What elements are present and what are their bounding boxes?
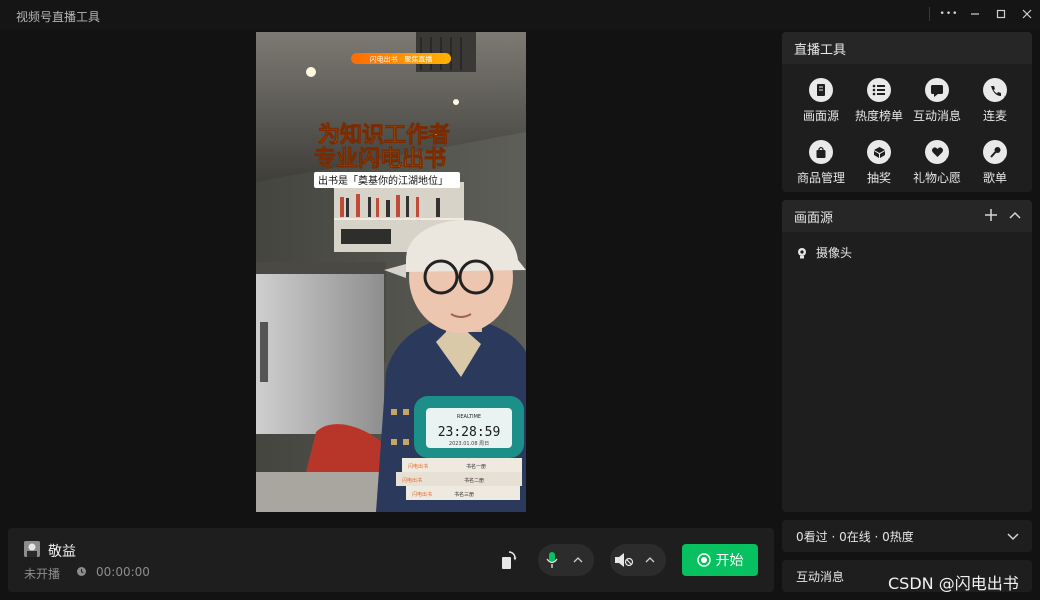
book-title: 书名一册 bbox=[466, 463, 486, 470]
control-bar: 敬益 未开播 00:00:00 开始 bbox=[8, 528, 774, 592]
microphone-icon bbox=[546, 552, 558, 568]
tagline: 出书是「奠基你的江湖地位」 bbox=[318, 174, 448, 187]
book-label: 闪电出书 bbox=[402, 477, 422, 484]
source-item-camera[interactable]: 摄像头 bbox=[782, 232, 1032, 273]
tool-screen-source[interactable]: 画面源 bbox=[792, 76, 850, 132]
app-title: 视频号直播工具 bbox=[16, 10, 101, 24]
camera-icon bbox=[798, 247, 806, 258]
book-label: 闪电出书 bbox=[412, 491, 432, 498]
camera-preview[interactable]: REALTIME 23:28:59 2023.01.08 周日 闪电出书 闪电出… bbox=[256, 32, 526, 512]
interaction-messages-title: 互动消息 bbox=[796, 569, 845, 584]
speaker-muted-icon bbox=[615, 553, 634, 567]
tool-hot-ranking[interactable]: 热度榜单 bbox=[850, 76, 908, 132]
start-live-button[interactable]: 开始 bbox=[682, 544, 758, 576]
ribbon-text: 闪电出书 · 聚焦直播 bbox=[370, 55, 433, 64]
tool-product-management[interactable]: 商品管理 bbox=[792, 138, 850, 194]
rotate-icon bbox=[502, 551, 517, 569]
live-tools-panel: 直播工具 画面源 热度榜单 互动消息 连麦 商品管理 抽奖 礼物心愿 歌单 bbox=[782, 32, 1032, 192]
more-button[interactable]: ••• bbox=[936, 1, 962, 27]
screen-source-panel: 画面源 摄像头 bbox=[782, 200, 1032, 512]
preview-area: REALTIME 23:28:59 2023.01.08 周日 闪电出书 闪电出… bbox=[8, 30, 774, 520]
source-item-label: 摄像头 bbox=[816, 246, 853, 260]
start-label: 开始 bbox=[715, 553, 744, 569]
heart-icon bbox=[925, 140, 951, 165]
window-controls: ••• bbox=[929, 0, 1040, 28]
phone-icon bbox=[983, 78, 1009, 103]
maximize-button[interactable] bbox=[988, 1, 1014, 27]
stats-row: 0看过 · 0在线 · 0热度 bbox=[782, 520, 1032, 552]
screen-source-icon bbox=[809, 78, 833, 102]
headline-line-1: 为知识工作者 bbox=[318, 122, 450, 148]
collapse-source-button[interactable] bbox=[1008, 208, 1022, 226]
arrow-icon bbox=[828, 158, 835, 165]
headline-line-2: 专业闪电出书 bbox=[314, 146, 446, 172]
arrow-icon bbox=[944, 158, 951, 165]
user-name: 敬益 bbox=[48, 544, 76, 560]
microphone-icon bbox=[983, 140, 1009, 165]
arrow-icon bbox=[1002, 96, 1009, 103]
book-title: 书名二册 bbox=[464, 477, 484, 484]
tool-co-host[interactable]: 连麦 bbox=[966, 76, 1024, 132]
close-icon bbox=[1022, 9, 1032, 19]
clock-time: 23:28:59 bbox=[438, 425, 501, 440]
chevron-up-icon bbox=[645, 557, 655, 563]
tool-song-list[interactable]: 歌单 bbox=[966, 138, 1024, 194]
clock-icon bbox=[77, 567, 86, 576]
user-avatar-icon bbox=[24, 541, 40, 557]
arrow-icon bbox=[886, 158, 893, 165]
live-tools-title: 直播工具 bbox=[794, 42, 847, 58]
minimize-icon bbox=[971, 13, 979, 15]
tool-label: 连麦 bbox=[982, 109, 1007, 123]
gift-box-icon bbox=[867, 140, 893, 165]
chevron-up-icon bbox=[1009, 211, 1021, 219]
speaker-options-button[interactable] bbox=[638, 556, 662, 564]
tool-label: 画面源 bbox=[802, 109, 839, 123]
tool-label: 抽奖 bbox=[866, 171, 891, 185]
screen-source-header: 画面源 bbox=[782, 200, 1032, 232]
tool-interaction-messages[interactable]: 互动消息 bbox=[908, 76, 966, 132]
microphone-control[interactable] bbox=[538, 544, 594, 576]
tool-lottery[interactable]: 抽奖 bbox=[850, 138, 908, 194]
avatar bbox=[24, 541, 40, 557]
clock-date: 2023.01.08 周日 bbox=[449, 441, 489, 447]
tool-label: 礼物心愿 bbox=[912, 171, 961, 185]
microphone-options-button[interactable] bbox=[566, 556, 590, 564]
add-source-button[interactable] bbox=[984, 208, 998, 226]
book-label: 闪电出书 bbox=[408, 463, 428, 470]
screen-source-title: 画面源 bbox=[794, 210, 834, 226]
plus-icon bbox=[985, 209, 997, 221]
divider bbox=[929, 7, 930, 21]
live-status: 未开播 bbox=[24, 567, 61, 581]
shopping-bag-icon bbox=[809, 140, 835, 165]
maximize-icon bbox=[996, 9, 1006, 19]
rotate-screen-button[interactable] bbox=[498, 548, 520, 572]
list-icon bbox=[867, 78, 891, 102]
more-icon: ••• bbox=[939, 9, 959, 19]
live-tools-header: 直播工具 bbox=[782, 32, 1032, 64]
close-button[interactable] bbox=[1014, 1, 1040, 27]
tool-label: 互动消息 bbox=[912, 109, 961, 123]
audience-stats: 0看过 · 0在线 · 0热度 bbox=[796, 529, 914, 544]
record-icon bbox=[696, 553, 711, 567]
tool-grid: 画面源 热度榜单 互动消息 连麦 商品管理 抽奖 礼物心愿 歌单 bbox=[782, 64, 1032, 194]
arrow-icon bbox=[1002, 158, 1009, 165]
stats-panel[interactable]: 0看过 · 0在线 · 0热度 bbox=[782, 520, 1032, 552]
chevron-down-icon[interactable] bbox=[1006, 529, 1020, 543]
live-timer: 00:00:00 bbox=[96, 565, 150, 579]
chat-icon bbox=[925, 78, 949, 102]
tool-label: 热度榜单 bbox=[854, 109, 903, 123]
title-bar: 视频号直播工具 ••• bbox=[0, 0, 1040, 30]
minimize-button[interactable] bbox=[962, 1, 988, 27]
tool-label: 商品管理 bbox=[796, 171, 845, 185]
clock-label: REALTIME bbox=[457, 414, 481, 420]
tool-gift-wish[interactable]: 礼物心愿 bbox=[908, 138, 966, 194]
camera-scene: REALTIME 23:28:59 2023.01.08 周日 闪电出书 闪电出… bbox=[256, 32, 526, 512]
speaker-control[interactable] bbox=[610, 544, 666, 576]
book-title: 书名三册 bbox=[454, 491, 474, 498]
watermark: CSDN @闪电出书 bbox=[888, 574, 1019, 593]
chevron-up-icon bbox=[573, 557, 583, 563]
tool-label: 歌单 bbox=[982, 171, 1007, 185]
